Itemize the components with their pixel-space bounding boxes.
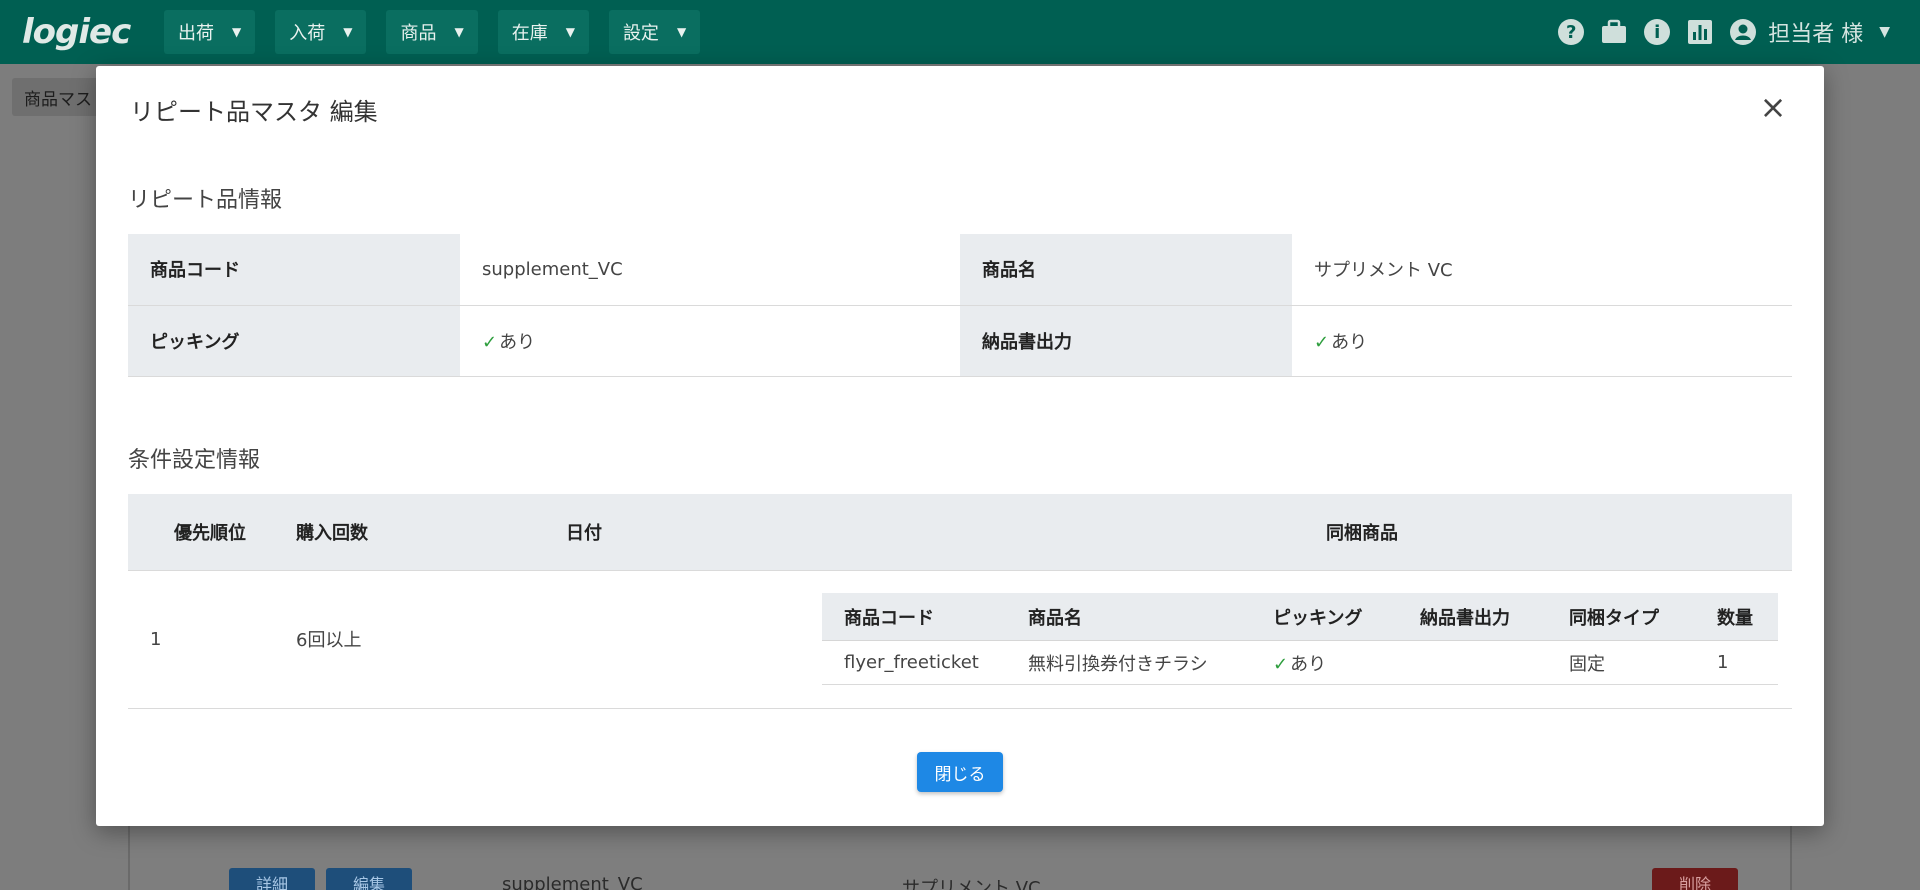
modal-title: リピート品マスタ 編集 <box>130 98 378 126</box>
date-cell <box>566 570 822 709</box>
product-name-label: 商品名 <box>960 234 1292 306</box>
nav-right-tools: ? i 担当者 様 ▼ <box>1543 0 1890 64</box>
bundle-name-cell: 無料引換券付きチラシ <box>1006 640 1251 686</box>
check-icon: ✓ <box>1314 331 1330 353</box>
bundle-header-delivery: 納品書出力 <box>1398 592 1547 642</box>
bundle-header-type: 同梱タイプ <box>1547 592 1695 642</box>
delivery-note-label: 納品書出力 <box>960 305 1292 377</box>
bundle-header-name: 商品名 <box>1006 592 1251 642</box>
bundle-type-cell: 固定 <box>1547 640 1695 686</box>
bundle-picking-text: あり <box>1290 653 1327 675</box>
header-date: 日付 <box>566 494 822 571</box>
product-name-value: サプリメント VC <box>1292 234 1792 306</box>
account-icon[interactable] <box>1728 17 1758 47</box>
table-row: 1 6回以上 商品コード 商品名 ピッキング 納品書出力 同梱タイプ 数量 fl… <box>128 570 1792 709</box>
section-title-conditions: 条件設定情報 <box>128 448 261 473</box>
nav-menu-shipping[interactable]: 出荷 ▼ <box>164 10 256 54</box>
caret-down-icon: ▼ <box>343 25 353 39</box>
product-code-label: 商品コード <box>128 234 460 306</box>
nav-menu-label: 入荷 <box>289 23 326 44</box>
nav-menu-label: 出荷 <box>178 23 214 44</box>
caret-down-icon: ▼ <box>565 25 575 39</box>
bundle-header-picking: ピッキング <box>1251 592 1398 642</box>
help-icon[interactable]: ? <box>1556 17 1586 47</box>
nav-menu-label: 設定 <box>622 23 659 44</box>
header-bundle-products: 同梱商品 <box>822 494 1792 571</box>
user-name[interactable]: 担当者 様 <box>1768 16 1863 48</box>
product-code-value: supplement_VC <box>460 234 960 306</box>
bundle-header-code: 商品コード <box>822 592 1006 642</box>
table-header-row: 商品コード 商品名 ピッキング 納品書出力 同梱タイプ 数量 <box>822 592 1778 642</box>
chart-icon[interactable] <box>1685 17 1715 47</box>
briefcase-icon[interactable] <box>1599 17 1629 47</box>
product-info-table: 商品コード supplement_VC 商品名 サプリメント VC ピッキング … <box>128 234 1792 377</box>
nav-menu-settings[interactable]: 設定 ▼ <box>608 10 701 54</box>
caret-down-icon[interactable]: ▼ <box>1879 24 1890 40</box>
delivery-note-value: ✓ あり <box>1292 305 1792 377</box>
info-icon[interactable]: i <box>1642 17 1672 47</box>
picking-label: ピッキング <box>128 305 460 377</box>
check-icon: ✓ <box>1273 653 1289 675</box>
background-product-code: supplement_VC <box>502 874 643 890</box>
breadcrumb[interactable]: 商品マス <box>12 78 104 116</box>
edit-button[interactable]: 編集 <box>326 868 412 890</box>
header-purchase-count: 購入回数 <box>296 494 566 571</box>
nav-menu-label: 在庫 <box>511 23 548 44</box>
conditions-table: 優先順位 購入回数 日付 同梱商品 1 6回以上 商品コード 商品名 ピッキング… <box>128 494 1792 709</box>
app-logo[interactable]: logiec <box>22 12 144 52</box>
priority-cell: 1 <box>128 570 296 709</box>
nav-menu-label: 商品 <box>400 23 437 44</box>
header-priority: 優先順位 <box>128 494 296 571</box>
section-title-info: リピート品情報 <box>128 188 283 213</box>
picking-value-text: あり <box>499 331 536 353</box>
bundle-code-cell: flyer_freeticket <box>822 640 1006 686</box>
table-row: ピッキング ✓ あり 納品書出力 ✓ あり <box>128 305 1792 377</box>
caret-down-icon: ▼ <box>676 25 687 39</box>
bundle-products-cell: 商品コード 商品名 ピッキング 納品書出力 同梱タイプ 数量 flyer_fre… <box>822 570 1792 709</box>
close-button[interactable]: 閉じる <box>917 752 1003 792</box>
edit-modal: リピート品マスタ 編集 × リピート品情報 商品コード supplement_V… <box>96 66 1824 826</box>
bundle-delivery-cell <box>1398 640 1547 686</box>
purchase-count-cell: 6回以上 <box>296 570 566 709</box>
bundle-header-qty: 数量 <box>1695 592 1778 642</box>
delete-button[interactable]: 削除 <box>1652 868 1738 890</box>
delivery-note-value-text: あり <box>1331 331 1368 353</box>
bundle-picking-cell: ✓ あり <box>1251 640 1398 686</box>
table-header-row: 優先順位 購入回数 日付 同梱商品 <box>128 494 1792 571</box>
table-row: 商品コード supplement_VC 商品名 サプリメント VC <box>128 234 1792 306</box>
nav-menu-products[interactable]: 商品 ▼ <box>386 10 478 54</box>
bundle-products-table: 商品コード 商品名 ピッキング 納品書出力 同梱タイプ 数量 flyer_fre… <box>822 592 1778 686</box>
bundle-qty-cell: 1 <box>1695 640 1778 686</box>
caret-down-icon: ▼ <box>232 25 242 39</box>
background-product-name: サプリメント VC <box>902 878 1041 890</box>
picking-value: ✓ あり <box>460 305 960 377</box>
close-icon[interactable]: × <box>1758 91 1788 123</box>
check-icon: ✓ <box>482 331 498 353</box>
caret-down-icon: ▼ <box>454 25 464 39</box>
nav-menu-receiving[interactable]: 入荷 ▼ <box>275 10 367 54</box>
nav-menu-inventory[interactable]: 在庫 ▼ <box>497 10 589 54</box>
table-row: flyer_freeticket 無料引換券付きチラシ ✓ あり 固定 1 <box>822 640 1778 686</box>
detail-button[interactable]: 詳細 <box>229 868 315 890</box>
top-navbar: logiec 出荷 ▼ 入荷 ▼ 商品 ▼ 在庫 ▼ 設定 ▼ ? i 担当者 様 ▼ <box>0 0 1920 64</box>
